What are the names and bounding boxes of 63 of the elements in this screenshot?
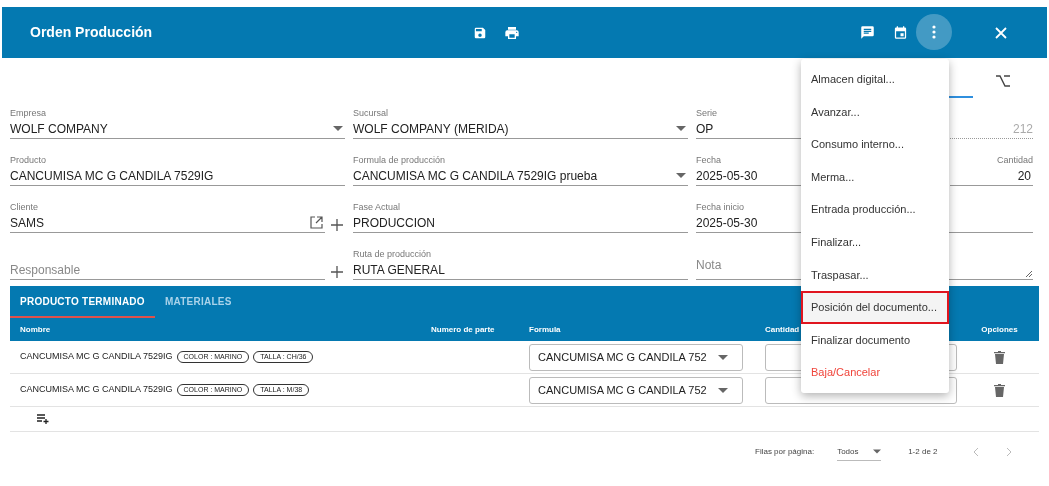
menu-item[interactable]: Consumo interno... (801, 128, 949, 161)
dropdown-caret-icon (873, 449, 882, 454)
add-icon[interactable] (331, 266, 343, 278)
rows-per-page-label: Filas por página: (755, 446, 815, 458)
resize-handle-icon (1026, 271, 1032, 277)
menu-item[interactable]: Merma... (801, 160, 949, 194)
menu-item[interactable]: Traspasar... (801, 258, 949, 292)
product-name: CANCUMISA MC G CANDILA 7529IG (20, 383, 173, 397)
field-label: Ruta de producción (353, 248, 432, 260)
menu-item[interactable]: Posición del documento... (801, 291, 949, 324)
calendar-icon[interactable] (893, 25, 908, 40)
text-field[interactable]: SAMS (10, 213, 325, 233)
trash-icon[interactable] (994, 383, 1005, 397)
dropdown-caret-icon (676, 126, 686, 131)
more-options-icon[interactable] (916, 14, 952, 50)
select-field[interactable]: WOLF COMPANY (MERIDA) (353, 119, 688, 139)
text-field[interactable]: Responsable (10, 260, 325, 280)
menu-item[interactable]: Finalizar documento (801, 323, 949, 357)
product-name: CANCUMISA MC G CANDILA 7529IG (20, 350, 173, 364)
dropdown-caret-icon (333, 126, 343, 131)
select-field[interactable]: Todos (837, 443, 882, 461)
add-icon[interactable] (331, 219, 343, 231)
dropdown-caret-icon (676, 173, 686, 178)
text-field[interactable]: PRODUCCION (353, 213, 688, 233)
select-field[interactable]: CANCUMISA MC G CANDILA 752 (529, 376, 743, 404)
number-field[interactable]: 20 (950, 166, 1033, 186)
option-key-icon[interactable] (996, 75, 1010, 87)
tab-indicator (948, 96, 973, 98)
select-field[interactable]: CANCUMISA MC G CANDILA 752 (529, 343, 743, 371)
tab[interactable]: PRODUCTO TERMINADO (10, 286, 155, 318)
menu-item[interactable]: Avanzar... (801, 95, 949, 129)
column-header: Numero de parte (431, 323, 495, 336)
text-field[interactable]: RUTA GENERAL (353, 260, 688, 280)
field-label: Empresa (10, 107, 46, 119)
select-field[interactable]: WOLF COMPANY (10, 119, 345, 139)
window-title: Orden Producción (30, 23, 153, 42)
column-header: Nombre (20, 323, 51, 336)
save-icon[interactable] (472, 25, 487, 40)
dropdown-caret-icon (718, 387, 728, 393)
trash-icon[interactable] (994, 350, 1005, 364)
print-icon[interactable] (503, 24, 520, 41)
close-icon[interactable] (994, 26, 1007, 39)
page-range: 1-2 de 2 (908, 446, 938, 458)
comment-icon[interactable] (860, 25, 875, 40)
external-link-icon[interactable] (310, 216, 323, 229)
field-label: Formula de producción (353, 154, 446, 166)
field-label: Cliente (10, 201, 38, 213)
field-label: Fecha inicio (696, 201, 745, 213)
menu-item[interactable]: Almacen digital... (801, 63, 949, 96)
field-label: Cantidad (996, 154, 1033, 166)
field-label: Producto (10, 154, 47, 166)
text-field[interactable]: CANCUMISA MC G CANDILA 7529IG (10, 166, 345, 186)
field-label: Fecha (696, 154, 721, 166)
menu-item[interactable]: Baja/Cancelar (801, 356, 949, 389)
field-label: Serie (696, 107, 717, 119)
select-field[interactable]: CANCUMISA MC G CANDILA 7529IG prueba (353, 166, 688, 186)
field-label: Fase Actual (353, 201, 401, 213)
column-header: Cantidad (765, 323, 800, 336)
field-label: Sucursal (353, 107, 388, 119)
add-row-icon[interactable] (37, 414, 50, 424)
dropdown-caret-icon (718, 354, 728, 360)
column-header: Opciones (981, 323, 1018, 336)
column-header: Formula (529, 323, 561, 336)
